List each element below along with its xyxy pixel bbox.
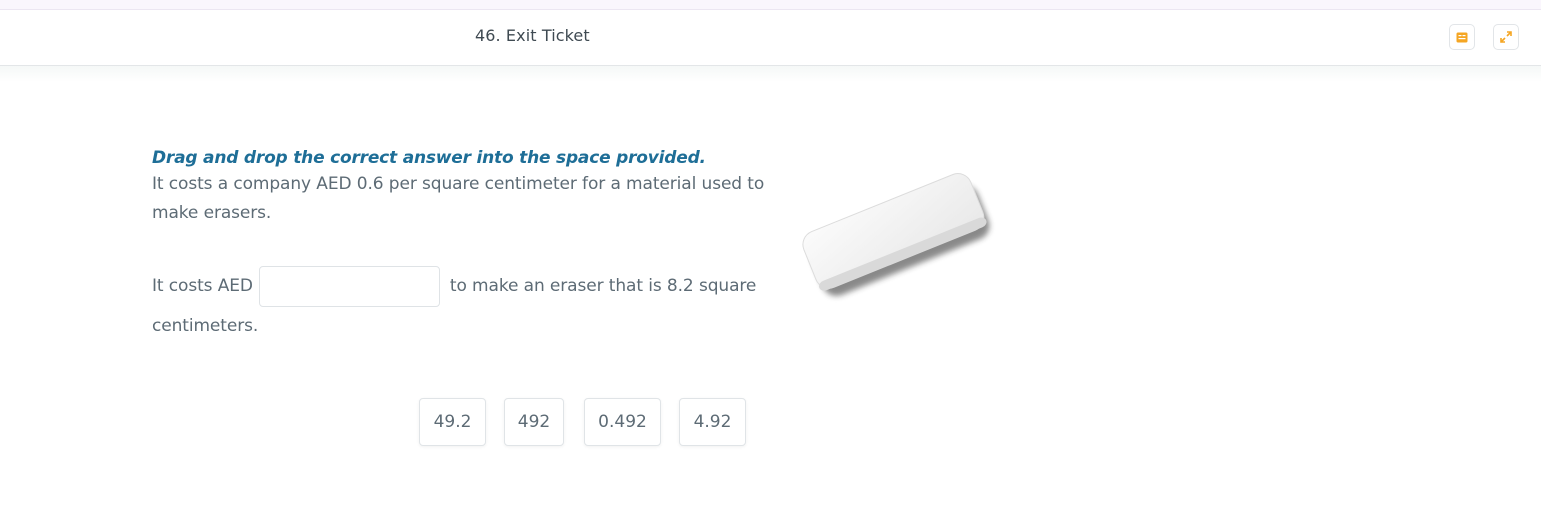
top-strip [0, 0, 1541, 10]
answer-tail: centimeters. [152, 316, 259, 336]
fullscreen-button[interactable] [1493, 24, 1519, 50]
header-shadow [0, 66, 1541, 82]
eraser-image [796, 160, 996, 305]
answer-suffix: to make an eraser that is 8.2 square [449, 276, 757, 296]
question-prompt: It costs a company AED 0.6 per square ce… [152, 174, 765, 223]
answer-sentence: It costs AED to make an eraser that is 8… [152, 265, 772, 340]
choice-chip[interactable]: 0.492 [584, 398, 661, 446]
choice-chip[interactable]: 49.2 [419, 398, 486, 446]
instruction-text: Drag and drop the correct answer into th… [152, 148, 706, 168]
page-title: 46. Exit Ticket [475, 26, 590, 45]
answer-drop-zone[interactable] [258, 265, 440, 307]
answer-prefix: It costs AED [152, 276, 253, 296]
question-block: Drag and drop the correct answer into th… [152, 146, 772, 228]
expand-icon [1500, 28, 1512, 47]
choice-chip[interactable]: 4.92 [679, 398, 746, 446]
choice-chip[interactable]: 492 [504, 398, 564, 446]
lesson-header: 46. Exit Ticket [0, 10, 1541, 66]
glossary-icon [1456, 28, 1468, 47]
glossary-button[interactable] [1449, 24, 1475, 50]
